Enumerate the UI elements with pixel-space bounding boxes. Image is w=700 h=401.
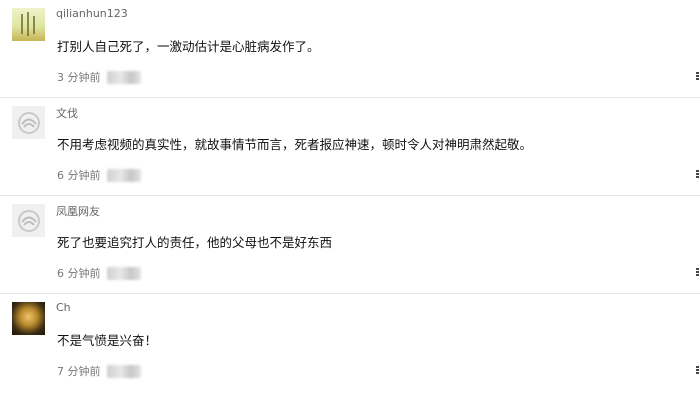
comment-time: 6 分钟前 — [57, 169, 101, 182]
comment-time: 3 分钟前 — [57, 71, 101, 84]
comment-text: 打别人自己死了，一激动估计是心脏病发作了。 — [57, 39, 320, 54]
more-options-icon[interactable] — [694, 267, 700, 278]
default-avatar-icon — [17, 111, 40, 134]
comment-item: 文伐 不用考虑视频的真实性，就故事情节而言，死者报应神速，顿时令人对神明肃然起敬… — [0, 98, 700, 196]
redacted-location — [106, 266, 141, 280]
comment-meta: 3 分钟前 — [57, 69, 141, 85]
comment-item: 凤凰网友 死了也要追究打人的责任，他的父母也不是好东西 6 分钟前 — [0, 196, 700, 294]
comment-item: qilianhun123 打别人自己死了，一激动估计是心脏病发作了。 3 分钟前 — [0, 0, 700, 98]
comment-meta: 6 分钟前 — [57, 265, 141, 281]
comment-username[interactable]: qilianhun123 — [56, 7, 128, 20]
more-options-icon[interactable] — [694, 169, 700, 180]
comment-item: Ch 不是气愤是兴奋！ 7 分钟前 — [0, 294, 700, 399]
default-avatar-icon — [17, 209, 40, 232]
avatar[interactable] — [12, 8, 45, 41]
comment-time: 6 分钟前 — [57, 267, 101, 280]
comment-meta: 6 分钟前 — [57, 167, 141, 183]
avatar[interactable] — [12, 106, 45, 139]
avatar[interactable] — [12, 302, 45, 335]
comment-username[interactable]: 文伐 — [56, 105, 78, 121]
redacted-location — [106, 168, 141, 182]
comment-meta: 7 分钟前 — [57, 363, 141, 379]
comment-time: 7 分钟前 — [57, 365, 101, 378]
redacted-location — [106, 364, 141, 378]
avatar[interactable] — [12, 204, 45, 237]
more-options-icon[interactable] — [694, 365, 700, 376]
comment-text: 不用考虑视频的真实性，就故事情节而言，死者报应神速，顿时令人对神明肃然起敬。 — [57, 137, 533, 152]
comment-username[interactable]: Ch — [56, 301, 71, 314]
comment-text: 死了也要追究打人的责任，他的父母也不是好东西 — [57, 235, 333, 250]
comment-text: 不是气愤是兴奋！ — [57, 333, 158, 348]
comment-username[interactable]: 凤凰网友 — [56, 203, 100, 219]
more-options-icon[interactable] — [694, 71, 700, 82]
redacted-location — [106, 70, 141, 84]
